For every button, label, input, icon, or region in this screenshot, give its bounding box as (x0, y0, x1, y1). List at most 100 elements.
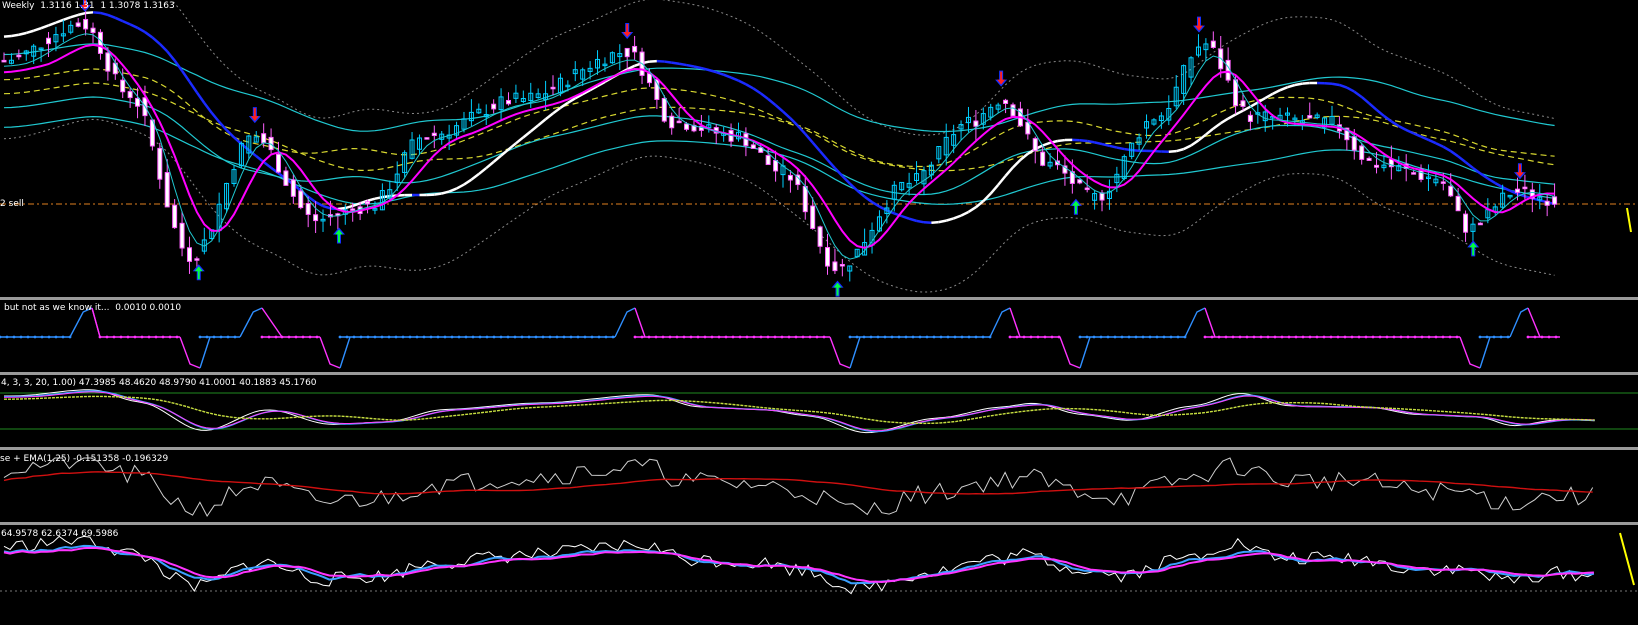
slow-ma-segment (33, 27, 42, 32)
slow-ma-segment (1124, 147, 1132, 152)
candle-body (90, 27, 96, 34)
candle-body (1440, 181, 1446, 184)
step-dot (1478, 335, 1482, 339)
down-arrow-icon (1192, 16, 1205, 33)
step-dot (1427, 335, 1431, 339)
step-dot (198, 335, 202, 339)
step-dot (380, 335, 384, 339)
step-dot (260, 335, 264, 339)
step-dot (1547, 335, 1551, 339)
step-dot (911, 335, 915, 339)
pane-oscillator-step[interactable]: but not as we know it... 0.0010 0.0010 (0, 300, 1638, 372)
step-dot (822, 335, 826, 339)
slow-ma-segment (1398, 124, 1407, 132)
down-arrow-icon (1513, 163, 1526, 180)
step-dot (1540, 335, 1544, 339)
slow-ma-segment (1442, 145, 1452, 153)
ema-smooth-canvas[interactable] (0, 450, 1638, 522)
candle-body (350, 208, 356, 211)
ema-line (3, 471, 1593, 495)
slow-ma-segment (92, 11, 101, 15)
step-dot (611, 335, 615, 339)
candle-body (105, 52, 111, 72)
slow-ma-segment (448, 187, 458, 193)
step-dot (787, 335, 791, 339)
slow-ma-segment (337, 206, 346, 211)
slow-ma-segment (1242, 105, 1251, 112)
rsi-canvas[interactable] (0, 525, 1638, 625)
step-dot (1029, 335, 1033, 339)
slow-ma-segment (863, 195, 873, 204)
step-dot (147, 335, 151, 339)
candle-body (817, 226, 823, 247)
step-dot (1308, 335, 1312, 339)
slow-ma-segment (1109, 144, 1118, 149)
candle-body (127, 91, 133, 99)
step-dot (373, 335, 377, 339)
slow-ma-segment (195, 91, 206, 104)
slow-ma-segment (664, 60, 672, 64)
slow-ma-segment (1287, 83, 1296, 89)
slow-ma-segment (767, 98, 777, 107)
step-line (989, 307, 1011, 338)
candle-body (1210, 40, 1216, 48)
candle-body (1, 59, 7, 63)
step-dot (294, 335, 298, 339)
step-dot (1280, 335, 1284, 339)
slow-ma-segment (1331, 82, 1340, 87)
price-chart-pane[interactable]: Weekly 1.3116 1.31 1 1.3078 1.3163 2 sel… (0, 0, 1638, 297)
slow-ma-segment (1205, 127, 1215, 136)
slow-ma-segment (953, 214, 962, 220)
step-line (1204, 307, 1216, 338)
step-dot (1141, 335, 1145, 339)
step-dot (583, 335, 587, 339)
slow-ma-segment (240, 142, 250, 152)
candle-body (1477, 222, 1483, 226)
step-oscillator-canvas[interactable] (0, 300, 1638, 372)
slow-ma-segment (537, 118, 547, 127)
candle-body (839, 263, 845, 267)
step-dot (890, 335, 894, 339)
slow-ma-segment (1502, 186, 1511, 192)
step-dot (1043, 335, 1047, 339)
price-chart-canvas[interactable] (0, 0, 1638, 297)
step-dot (759, 335, 763, 339)
step-dot (1413, 335, 1417, 339)
pane-ema-smooth[interactable]: se + EMA(1,25) -0.151358 -0.196329 (0, 450, 1638, 522)
pane-rsi[interactable]: 64.9578 62.6374 69.5986 (0, 525, 1638, 625)
slow-ma-segment (1435, 142, 1444, 148)
step-dot (1441, 335, 1445, 339)
step-dot (1217, 335, 1221, 339)
step-dot (1287, 335, 1291, 339)
step-dot (780, 335, 784, 339)
down-arrow-icon (995, 70, 1008, 87)
stoch-d-line (4, 390, 1595, 433)
step-dot (54, 335, 58, 339)
slow-ma-segment (322, 204, 331, 210)
step-dot (154, 335, 158, 339)
chart-terminal[interactable]: Weekly 1.3116 1.31 1 1.3078 1.3163 2 sel… (0, 0, 1638, 625)
step-dot (946, 335, 950, 339)
candle-body (773, 160, 779, 172)
step-dot (541, 335, 545, 339)
pane-stochastic[interactable]: 4, 3, 3, 20, 1.00) 47.3985 48.4620 48.97… (0, 375, 1638, 447)
step-dot (219, 335, 223, 339)
candle-body (261, 133, 267, 144)
slow-ma-segment (1249, 101, 1259, 108)
step-line (614, 307, 636, 338)
slow-ma-segment (1234, 109, 1244, 116)
step-dot (1499, 335, 1503, 339)
step-dot (703, 335, 707, 339)
step-line (829, 336, 851, 369)
slow-ma-segment (1449, 150, 1459, 158)
step-dot (1231, 335, 1235, 339)
candle-body (832, 261, 838, 272)
slow-ma-segment (374, 195, 383, 200)
slow-ma-segment (485, 160, 495, 170)
step-dot (415, 335, 419, 339)
step-dot (12, 335, 16, 339)
stoch-k-line (4, 389, 1595, 434)
candle-body (1084, 187, 1090, 191)
step-dot (33, 335, 37, 339)
step-dot (897, 335, 901, 339)
